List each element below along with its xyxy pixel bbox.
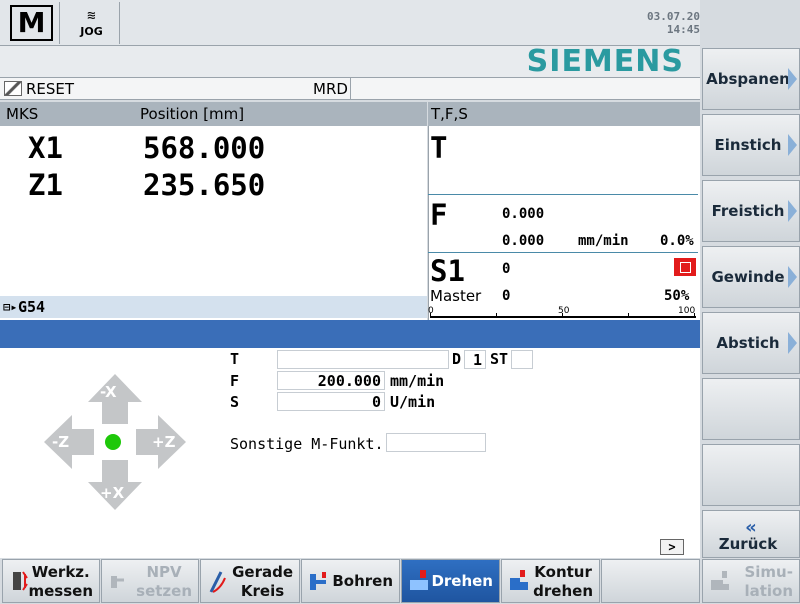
dialog-title-bar [0, 320, 700, 348]
datetime: 03.07.20 14:45 [647, 10, 700, 36]
position-header: MKS Position [mm] [0, 102, 427, 126]
softkey-bohren[interactable]: Bohren [301, 559, 400, 603]
status-dot-icon [105, 434, 121, 450]
expand-icon[interactable]: ⊟▸ [3, 300, 17, 314]
softkey-gewinde[interactable]: Gewinde [702, 246, 800, 308]
time: 14:45 [666, 23, 700, 36]
work-offset: G54 [18, 298, 46, 316]
spindle-label: S1 [430, 254, 465, 288]
tool-label: T [430, 131, 448, 165]
contour-turning-icon [510, 570, 528, 590]
work-offset-row[interactable]: ⊟▸ G54 [0, 296, 427, 318]
feed-unit: mm/min [578, 233, 629, 249]
scale-label-100: 100 [678, 306, 696, 316]
jog-label: JOG [80, 24, 103, 38]
override-scale: 0 50 100 [428, 304, 698, 318]
divider [350, 78, 351, 100]
softkey-npv-setzen[interactable]: NPV setzen [101, 559, 199, 603]
reset-state-icon [4, 81, 22, 96]
turning-icon [410, 570, 428, 590]
machine-mode-icon[interactable]: M [4, 2, 60, 44]
jog-mode-indicator[interactable]: ≋ JOG [64, 2, 120, 44]
tfs-header: T,F,S [428, 102, 700, 126]
chevron-right-icon [788, 134, 797, 156]
f-label: F [230, 372, 240, 390]
tool-input[interactable] [277, 350, 449, 369]
feed-input[interactable]: 200.000 [277, 371, 385, 390]
axis-x1-value: 568.000 [143, 131, 266, 165]
jog-wave-icon: ≋ [87, 7, 96, 24]
scale-label-0: 0 [428, 306, 434, 316]
more-button[interactable]: > [660, 539, 684, 555]
master-value: 0 [502, 288, 511, 304]
st-input[interactable] [511, 350, 533, 369]
date: 03.07.20 [647, 10, 700, 23]
logo-area: SIEMENS [0, 46, 700, 78]
header-bar: M ≋ JOG 03.07.20 14:45 [0, 0, 700, 46]
feed-unit-label: mm/min [390, 372, 445, 390]
softkey-drehen[interactable]: Drehen [401, 559, 500, 603]
t-label: T [230, 350, 240, 368]
speed-input[interactable]: 0 [277, 392, 385, 411]
softkey-empty-6[interactable] [702, 378, 800, 440]
minus-z-label[interactable]: -Z [52, 433, 69, 451]
s-label: S [230, 393, 240, 411]
simulation-icon [711, 571, 729, 590]
feed-value-actual: 0.000 [502, 233, 545, 249]
channel-status-bar: RESET MRD [0, 78, 700, 100]
softkey-simulation[interactable]: Simu-lation [702, 559, 800, 603]
softkey-abspanen[interactable]: Abspanen [702, 48, 800, 110]
feed-value: 0.000 [502, 206, 545, 222]
softkey-empty-7[interactable] [702, 444, 800, 506]
spindle-value: 0 [502, 261, 511, 277]
softkey-einstich[interactable]: Einstich [702, 114, 800, 176]
spindle-stop-icon [674, 258, 696, 276]
zero-offset-icon [111, 576, 124, 588]
drill-icon [310, 572, 326, 590]
tfs-title: T,F,S [431, 105, 468, 123]
chevron-right-icon [788, 68, 797, 90]
m-function-input[interactable] [386, 433, 486, 452]
scale-label-50: 50 [558, 306, 570, 316]
chevron-right-icon [788, 332, 797, 354]
d-label: D [452, 350, 462, 368]
divider [428, 252, 698, 253]
mrd-status: MRD [313, 80, 348, 98]
softkey-abstich[interactable]: Abstich [702, 312, 800, 374]
softkey-freistich[interactable]: Freistich [702, 180, 800, 242]
softkey-empty-bottom[interactable] [601, 559, 700, 603]
axis-x1-name: X1 [28, 131, 63, 165]
axis-z1-name: Z1 [28, 168, 63, 202]
siemens-logo: SIEMENS [526, 44, 684, 79]
softkey-kontur-drehen[interactable]: Kontur drehen [501, 559, 600, 603]
spindle-override: 50% [664, 288, 690, 304]
double-chevron-up-icon: « [745, 517, 757, 538]
feed-label: F [430, 198, 448, 232]
reset-status: RESET [26, 80, 75, 98]
chevron-right-icon [788, 200, 797, 222]
d-input[interactable]: 1 [464, 350, 486, 369]
softkey-werkz-messen[interactable]: Werkz. messen [2, 559, 100, 603]
master-label: Master [430, 287, 482, 305]
divider [428, 194, 698, 195]
back-button[interactable]: « Zurück [702, 510, 800, 558]
line-circle-icon [209, 571, 226, 593]
chevron-right-icon [788, 266, 797, 288]
feed-override: 0.0% [660, 233, 694, 249]
st-label: ST [490, 350, 509, 368]
axis-z1-value: 235.650 [143, 168, 266, 202]
position-unit-label: Position [mm] [140, 105, 245, 123]
plus-x-label[interactable]: +X [100, 484, 124, 502]
speed-unit-label: U/min [390, 393, 436, 411]
plus-z-label[interactable]: +Z [152, 433, 175, 451]
m-function-label: Sonstige M-Funkt. [230, 435, 384, 453]
minus-x-label[interactable]: -X [100, 383, 117, 401]
coordinate-system-label: MKS [6, 105, 39, 123]
softkey-gerade-kreis[interactable]: Gerade Kreis [200, 559, 300, 603]
